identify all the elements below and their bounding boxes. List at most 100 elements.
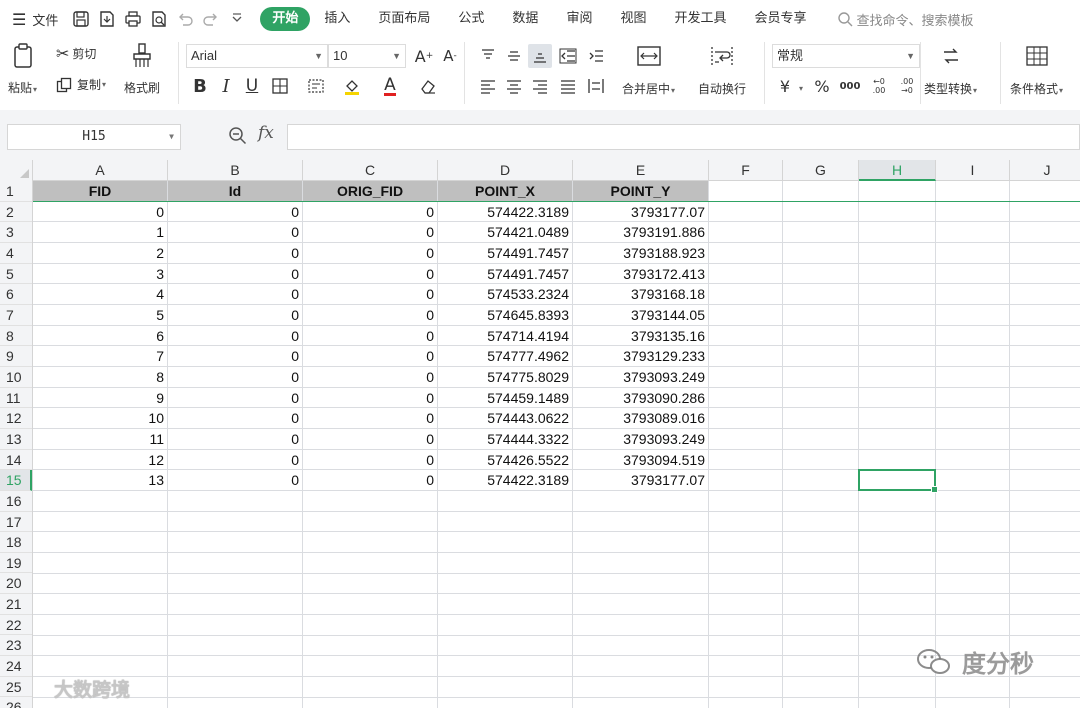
row-header-21[interactable]: 21 [0,594,32,615]
cell-d7[interactable]: 574645.8393 [438,305,573,326]
cell-e20[interactable] [573,573,709,595]
cell-h17[interactable] [859,511,936,533]
cell-c8[interactable]: 0 [303,325,438,347]
cell-g6[interactable] [783,284,859,305]
percent-icon[interactable]: % [810,74,834,98]
cell-f19[interactable] [709,553,783,574]
cell-h21[interactable] [859,594,936,616]
align-middle-icon[interactable] [502,44,526,68]
cell-a13[interactable]: 11 [33,429,168,450]
cell-f2[interactable] [709,201,783,223]
cell-c17[interactable] [303,511,438,533]
fill-color-icon[interactable] [340,74,364,98]
cell-h22[interactable] [859,615,936,636]
cell-c14[interactable]: 0 [303,449,438,471]
cell-j14[interactable] [1010,450,1080,471]
cell-e23[interactable] [573,635,709,657]
column-header-d[interactable]: D [438,160,573,181]
cell-c6[interactable]: 0 [303,284,438,305]
row-header-8[interactable]: 8 [0,326,32,347]
row-header-11[interactable]: 11 [0,388,32,409]
cell-b17[interactable] [168,511,303,533]
cell-j8[interactable] [1010,326,1080,347]
cell-f3[interactable] [709,222,783,243]
cell-e21[interactable] [573,594,709,616]
bold-icon[interactable]: B [188,74,212,98]
cell-c12[interactable]: 0 [303,408,438,430]
cell-a23[interactable] [33,635,168,657]
cell-j5[interactable] [1010,264,1080,285]
cell-a16[interactable] [33,491,168,512]
cell-e2[interactable]: 3793177.07 [573,201,709,223]
cell-a2[interactable]: 0 [33,201,168,223]
cell-f11[interactable] [709,387,783,409]
cell-b1[interactable]: Id [168,181,303,202]
cell-g3[interactable] [783,222,859,243]
cell-f1[interactable] [709,181,783,202]
cell-i19[interactable] [936,553,1010,574]
cell-c4[interactable]: 0 [303,243,438,264]
cell-e11[interactable]: 3793090.286 [573,387,709,409]
cell-i8[interactable] [936,325,1010,347]
cell-d12[interactable]: 574443.0622 [438,408,573,430]
cell-g16[interactable] [783,491,859,512]
cell-d25[interactable] [438,677,573,698]
tab-formulas[interactable]: 公式 [444,7,498,31]
cell-g11[interactable] [783,387,859,409]
cell-j19[interactable] [1010,553,1080,574]
cell-b21[interactable] [168,594,303,616]
customize-toolbar-icon[interactable] [226,8,248,30]
cell-c23[interactable] [303,635,438,657]
underline-icon[interactable]: U [240,74,264,98]
cell-f10[interactable] [709,367,783,388]
cell-h3[interactable] [859,222,936,243]
cell-h20[interactable] [859,573,936,595]
cell-j7[interactable] [1010,305,1080,326]
cell-d24[interactable] [438,656,573,678]
cell-g5[interactable] [783,263,859,285]
row-header-17[interactable]: 17 [0,512,32,533]
cell-i5[interactable] [936,263,1010,285]
font-name-select[interactable]: Arial ▼ [186,44,328,68]
cell-j16[interactable] [1010,491,1080,512]
redo-icon[interactable] [200,8,222,30]
cell-f5[interactable] [709,263,783,285]
cell-j11[interactable] [1010,388,1080,409]
cell-d5[interactable]: 574491.7457 [438,263,573,285]
cell-c21[interactable] [303,594,438,616]
cell-j22[interactable] [1010,615,1080,636]
font-color-icon[interactable]: A [378,74,402,98]
cell-f8[interactable] [709,325,783,347]
cell-a22[interactable] [33,615,168,636]
row-header-20[interactable]: 20 [0,573,32,595]
name-box[interactable]: H15 ▼ [7,124,181,150]
cell-d20[interactable] [438,573,573,595]
row-header-23[interactable]: 23 [0,635,32,657]
tab-member[interactable]: 会员专享 [740,7,820,31]
tab-review[interactable]: 审阅 [552,7,606,31]
column-header-e[interactable]: E [573,160,709,181]
cell-e16[interactable] [573,491,709,512]
row-header-10[interactable]: 10 [0,367,32,388]
cell-g9[interactable] [783,346,859,368]
cell-g21[interactable] [783,594,859,616]
cell-h8[interactable] [859,325,936,347]
cell-a15[interactable]: 13 [33,470,168,492]
cell-d16[interactable] [438,491,573,512]
cell-h25[interactable] [859,677,936,698]
cell-c13[interactable]: 0 [303,429,438,450]
cell-e8[interactable]: 3793135.16 [573,325,709,347]
formula-input[interactable] [287,124,1080,150]
cell-c19[interactable] [303,553,438,574]
cell-i12[interactable] [936,408,1010,430]
cell-i21[interactable] [936,594,1010,616]
cell-e26[interactable] [573,697,709,708]
tab-insert[interactable]: 插入 [310,7,364,31]
cell-i11[interactable] [936,387,1010,409]
cell-b15[interactable]: 0 [168,470,303,492]
borders-icon[interactable] [268,74,292,98]
merge-center-button[interactable]: 合并居中▾ [622,44,675,97]
clear-format-icon[interactable] [416,74,440,98]
insert-function-button[interactable]: fx [258,123,274,143]
italic-icon[interactable]: I [214,74,238,98]
